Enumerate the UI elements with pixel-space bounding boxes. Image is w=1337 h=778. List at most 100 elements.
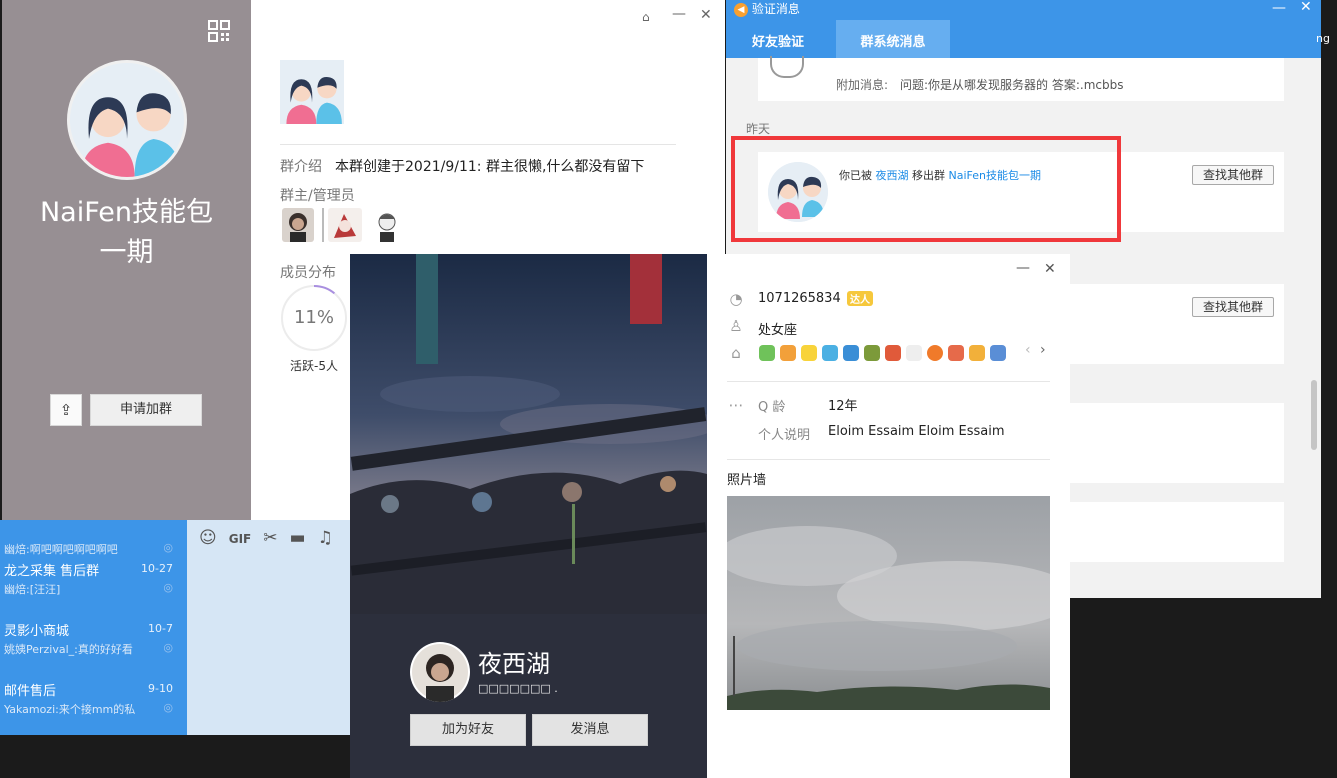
penguin-icon: ◔ (729, 290, 743, 308)
verification-title-row: ◀ 验证消息 (734, 0, 800, 17)
intro-label: 群介绍 (280, 159, 322, 175)
badge-icon[interactable] (948, 345, 964, 361)
photo-wall-image[interactable] (727, 496, 1050, 710)
mute-icon: ◎ (163, 701, 173, 714)
chat-last-message: 幽焙:[汪汪] (4, 583, 61, 596)
qage-value: 12年 (828, 399, 858, 414)
badge-icon[interactable] (969, 345, 985, 361)
gif-icon[interactable]: GIF (229, 532, 252, 546)
send-message-button[interactable]: 发消息 (532, 714, 648, 746)
profile-left-panel: 夜西湖 □□□□□□□ . 加为好友 发消息 (350, 254, 707, 778)
mute-icon: ◎ (163, 581, 173, 594)
badge-icon[interactable] (843, 345, 859, 361)
badge-icon[interactable] (885, 345, 901, 361)
group-avatar (67, 60, 187, 180)
highlight-box (731, 136, 1121, 242)
extra-message-text: 问题:你是从哪发现服务器的 答案:.mcbbs (900, 78, 1124, 92)
chat-date: 10-7 (148, 622, 173, 635)
chat-date: 10-27 (141, 562, 173, 575)
badge-icon[interactable] (822, 345, 838, 361)
user-name: 夜西湖 (478, 650, 550, 678)
user-signature: □□□□□□□ . (478, 682, 558, 695)
badge-icon[interactable] (990, 345, 1006, 361)
vip-badge: 达人 (847, 291, 873, 306)
qage-label: Q 龄 (758, 400, 786, 415)
badge-icon[interactable] (927, 345, 943, 361)
chat-list-item[interactable]: 灵影小商城 10-7 姚姨Perzival_:真的好好看 ◎ (0, 612, 187, 672)
mute-icon: ◎ (163, 641, 173, 654)
profile-right-panel: ◔ 1071265834 达人 ♙ 处女座 ⌂ ‹ › ⋯ Q 龄 12年 个人… (707, 254, 1070, 778)
tab-group-system[interactable]: 群系统消息 (836, 20, 950, 58)
share-icon[interactable]: ⇪ (50, 394, 82, 426)
chat-input-toolbar: ☺ GIF ✂ ▬ ♫ (187, 520, 357, 558)
badge-icon[interactable] (759, 345, 775, 361)
close-icon[interactable]: ✕ (700, 7, 712, 23)
chat-name: 邮件售后 (4, 684, 57, 699)
chat-last-message: 姚姨Perzival_:真的好好看 (4, 643, 133, 656)
more-icon: ⋯ (728, 396, 744, 414)
chevron-right-icon[interactable]: › (1040, 342, 1046, 358)
chat-list-item[interactable]: 邮件售后 9-10 Yakamozi:来个接mm的私 ◎ (0, 672, 187, 732)
music-icon[interactable]: ♫ (318, 528, 333, 548)
person-icon: ♙ (729, 317, 743, 335)
pin-icon[interactable]: ⌂ (642, 10, 650, 24)
active-count-label: 活跃-5人 (290, 359, 338, 373)
verification-title: 验证消息 (751, 2, 800, 16)
edge-text: ng (1316, 32, 1330, 45)
emoji-icon[interactable]: ☺ (199, 528, 217, 548)
qrcode-icon[interactable] (208, 20, 230, 42)
service-badges (759, 345, 1011, 361)
message-card: 附加消息: 问题:你是从哪发现服务器的 答案:.mcbbs (758, 56, 1284, 101)
bio-text: Eloim Essaim Eloim Essaim (828, 424, 1005, 439)
divider (727, 459, 1050, 460)
group-name: NaiFen技能包一期 (39, 197, 214, 268)
tab-friend-verify[interactable]: 好友验证 (738, 20, 818, 58)
scrollbar[interactable] (1311, 380, 1317, 450)
section-label: 昨天 (746, 122, 771, 136)
divider (727, 381, 1050, 382)
photo-wall-label: 照片墙 (727, 473, 767, 488)
badge-icon[interactable] (780, 345, 796, 361)
group-avatar-image (70, 63, 184, 177)
chat-date: 9-10 (148, 682, 173, 695)
speaker-icon: ◀ (734, 2, 748, 17)
group-thumbnail-image (286, 76, 342, 124)
constellation: 处女座 (758, 323, 798, 338)
divider (322, 208, 324, 242)
minimize-icon[interactable]: — (672, 6, 686, 22)
active-ring: 11% (280, 284, 348, 352)
folder-icon[interactable]: ▬ (290, 528, 306, 548)
divider (280, 144, 676, 145)
scissors-icon[interactable]: ✂ (263, 528, 277, 548)
admin-avatar[interactable] (370, 208, 404, 242)
group-thumbnail (280, 60, 344, 124)
user-profile-card: 夜西湖 □□□□□□□ . 加为好友 发消息 — ✕ ◔ 1071265834 … (350, 254, 1070, 778)
active-percent: 11% (293, 307, 334, 328)
user-avatar[interactable] (410, 642, 470, 702)
badge-icon[interactable] (906, 345, 922, 361)
qq-number: 1071265834 (758, 291, 841, 306)
chat-last-message: Yakamozi:来个接mm的私 (4, 703, 136, 716)
badge-icon: ⌂ (731, 344, 741, 362)
cover-image (350, 254, 707, 614)
find-other-groups-button[interactable]: 查找其他群 (1192, 297, 1274, 317)
add-friend-button[interactable]: 加为好友 (410, 714, 526, 746)
admin-avatar[interactable] (328, 208, 362, 242)
group-profile-sidebar: NaiFen技能包一期 ⇪ 申请加群 (2, 0, 251, 520)
admin-avatar[interactable] (282, 208, 314, 242)
bio-label: 个人说明 (758, 428, 811, 443)
minimize-icon[interactable]: — (1272, 0, 1286, 16)
close-icon[interactable]: ✕ (1300, 0, 1312, 15)
badge-icon[interactable] (801, 345, 817, 361)
intro-text: 本群创建于2021/9/11: 群主很懒,什么都没有留下 (335, 159, 645, 175)
badge-icon[interactable] (864, 345, 880, 361)
chevron-left-icon[interactable]: ‹ (1025, 342, 1031, 358)
apply-join-button[interactable]: 申请加群 (90, 394, 202, 426)
admin-label: 群主/管理员 (280, 188, 355, 204)
find-other-groups-button[interactable]: 查找其他群 (1192, 165, 1274, 185)
extra-message-label: 附加消息: (836, 78, 889, 92)
distribution-label: 成员分布 (280, 265, 336, 281)
chat-name: 灵影小商城 (4, 624, 70, 639)
chat-list-item[interactable]: 龙之采集 售后群 10-27 幽焙:[汪汪] ◎ (0, 552, 187, 612)
chat-name: 龙之采集 售后群 (4, 564, 100, 579)
